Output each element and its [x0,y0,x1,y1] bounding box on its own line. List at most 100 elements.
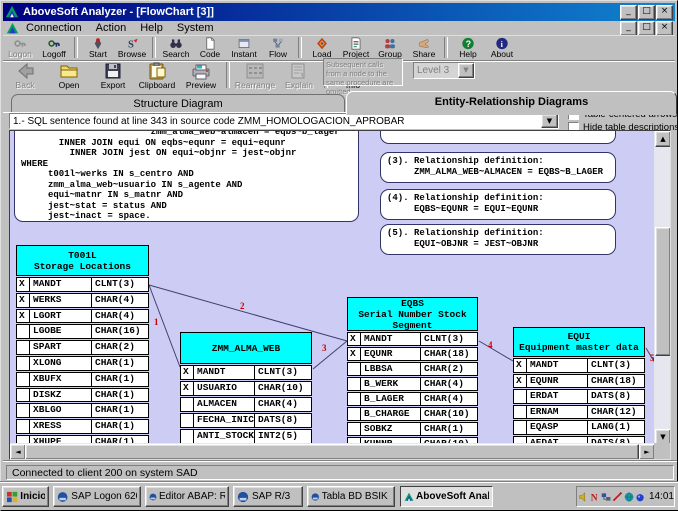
help-icon: ? [461,36,475,50]
table-row: SPARTCHAR(2) [16,340,149,355]
open-button[interactable]: Open [47,61,91,92]
task-tabla-bd-bsik[interactable]: Tabla BD BSIK (263... [307,486,395,507]
sap-icon [149,491,157,503]
edge-label-4: 4 [488,340,493,350]
menu-help[interactable]: Help [133,22,170,34]
pencil-tray-icon[interactable] [612,491,622,503]
table-row: XBUFXCHAR(1) [16,372,149,387]
about-button[interactable]: iAbout [485,36,519,61]
table-row: ALMACENCHAR(4) [180,397,312,412]
export-button[interactable]: Export [91,61,135,92]
toolbar-separator [298,37,302,58]
table-row: B_WERKCHAR(4) [347,377,478,391]
task-editor-abap[interactable]: Editor ABAP: Report... [145,486,229,507]
logoff-button[interactable]: Logoff [37,36,71,61]
gem-icon [315,36,329,50]
tab-er-diagrams[interactable]: Entity-Relationship Diagrams [346,91,677,115]
edge-label-1: 1 [154,317,159,327]
scroll-left-icon[interactable]: ◄ [10,444,26,460]
help-button[interactable]: ?Help [451,36,485,61]
group-icon [383,36,397,50]
browse-s-icon: S [125,36,139,50]
entity-table-t001l[interactable]: T001LStorage LocationsXMANDTCLNT(3)XWERK… [16,245,149,460]
tab-strip: Structure Diagram Entity-Relationship Di… [3,91,675,113]
maximize-icon[interactable]: □ [638,5,655,20]
table-row: LBBSACHAR(2) [347,362,478,376]
entity-table-zmm-alma-web[interactable]: ZMM_ALMA_WEB XMANDTCLNT(3)XUSUARIOCHAR(1… [180,332,312,460]
grid-icon [245,61,265,81]
svg-text:?: ? [466,38,471,48]
entity-table-eqbs[interactable]: EQBSSerial Number StockSegmentXMANDTCLNT… [347,297,478,451]
task-sap-r3[interactable]: SAP R/3 [233,486,303,507]
code-button[interactable]: Code [193,36,227,61]
blue-ball-icon[interactable] [635,491,645,503]
task-abovesoft-analyzer[interactable]: AboveSoft Analy... [400,486,493,507]
sql-sentence-combobox[interactable]: 1.- SQL sentence found at line 343 in so… [9,113,559,129]
info-circle-icon: i [495,36,509,50]
chevron-down-icon: ▼ [458,63,474,78]
table-row: FECHA_INICDATS(8) [180,413,312,428]
close-icon[interactable]: × [656,5,673,20]
vertical-scrollbar[interactable]: ▲ ▼ [654,131,670,443]
horizontal-scrollbar[interactable]: ◄ ► [10,443,654,459]
menu-action[interactable]: Action [89,22,134,34]
flow-button[interactable]: Flow [261,36,295,61]
document-logo-icon [6,22,19,35]
window-icon [237,36,251,50]
app-logo-icon [5,5,19,19]
globe-icon[interactable] [624,491,634,503]
preview-button[interactable]: Preview [179,61,223,92]
table-row: XUSUARIOCHAR(10) [180,381,312,396]
n-tray-icon[interactable]: N [590,491,600,503]
desktop: { "window": {"title": "AboveSoft Analyze… [0,0,678,509]
binoculars-icon [169,36,183,50]
table-row: XWERKSCHAR(4) [16,293,149,308]
tab-structure-diagram[interactable]: Structure Diagram [11,94,345,113]
horizontal-scroll-thumb[interactable] [25,444,639,460]
back-arrow-icon [15,61,35,81]
clipboard-icon [147,61,167,81]
sql-sentence-value: 1.- SQL sentence found at line 343 in so… [10,116,541,127]
table-header: ZMM_ALMA_WEB [180,332,312,364]
child-close-icon[interactable]: × [656,21,673,36]
explain-doc-icon [289,61,309,81]
child-restore-icon[interactable]: □ [638,21,655,36]
table-row: XLGORTCHAR(4) [16,309,149,324]
clipboard-button[interactable]: Clipboard [135,61,179,92]
child-minimize-icon[interactable]: _ [620,21,637,36]
sql-statement-text: zmm_alma_web~almacen = eqbs~b_lager INNE… [15,130,358,225]
menu-connection[interactable]: Connection [19,22,89,34]
minimize-icon[interactable]: _ [620,5,637,20]
scroll-up-icon[interactable]: ▲ [655,131,671,147]
table-header: T001LStorage Locations [16,245,149,276]
instant-button[interactable]: Instant [227,36,261,61]
printer-icon [191,61,211,81]
start-button[interactable]: Start [81,36,115,61]
scroll-right-icon[interactable]: ► [639,444,655,460]
abovesoft-logo-icon [404,491,414,503]
table-row: LGOBECHAR(16) [16,324,149,339]
svg-text:S: S [128,39,134,49]
table-row: ANTI_STOCKINT2(5) [180,429,312,444]
menu-system[interactable]: System [170,22,221,34]
key-icon [13,36,27,50]
table-header: EQUIEquipment master data [513,327,645,357]
chevron-down-icon[interactable]: ▼ [541,114,558,128]
app-window: AboveSoft Analyzer - [FlowChart [3]] _ □… [0,0,678,511]
browse-button[interactable]: SBrowse [115,36,149,61]
share-button[interactable]: Share [407,36,441,61]
table-row: ERDATDATS(8) [513,389,645,404]
search-button[interactable]: Search [159,36,193,61]
volume-icon[interactable] [579,491,589,503]
vertical-scroll-thumb[interactable] [655,227,671,356]
network-icon[interactable] [601,491,611,503]
title-bar[interactable]: AboveSoft Analyzer - [FlowChart [3]] _ □… [3,3,675,21]
task-sap-logon[interactable]: SAP Logon 620 [53,486,141,507]
sap-icon [311,491,320,503]
logon-button: Logon [3,36,37,61]
table-row: XMANDTCLNT(3) [16,277,149,292]
system-tray: N 14:01 [576,486,675,507]
entity-table-equi[interactable]: EQUIEquipment master dataXMANDTCLNT(3)XE… [513,327,645,451]
er-diagram-canvas[interactable]: zmm_alma_web~almacen = eqbs~b_lager INNE… [9,130,671,460]
start-menu-button[interactable]: Inicio [2,486,49,507]
